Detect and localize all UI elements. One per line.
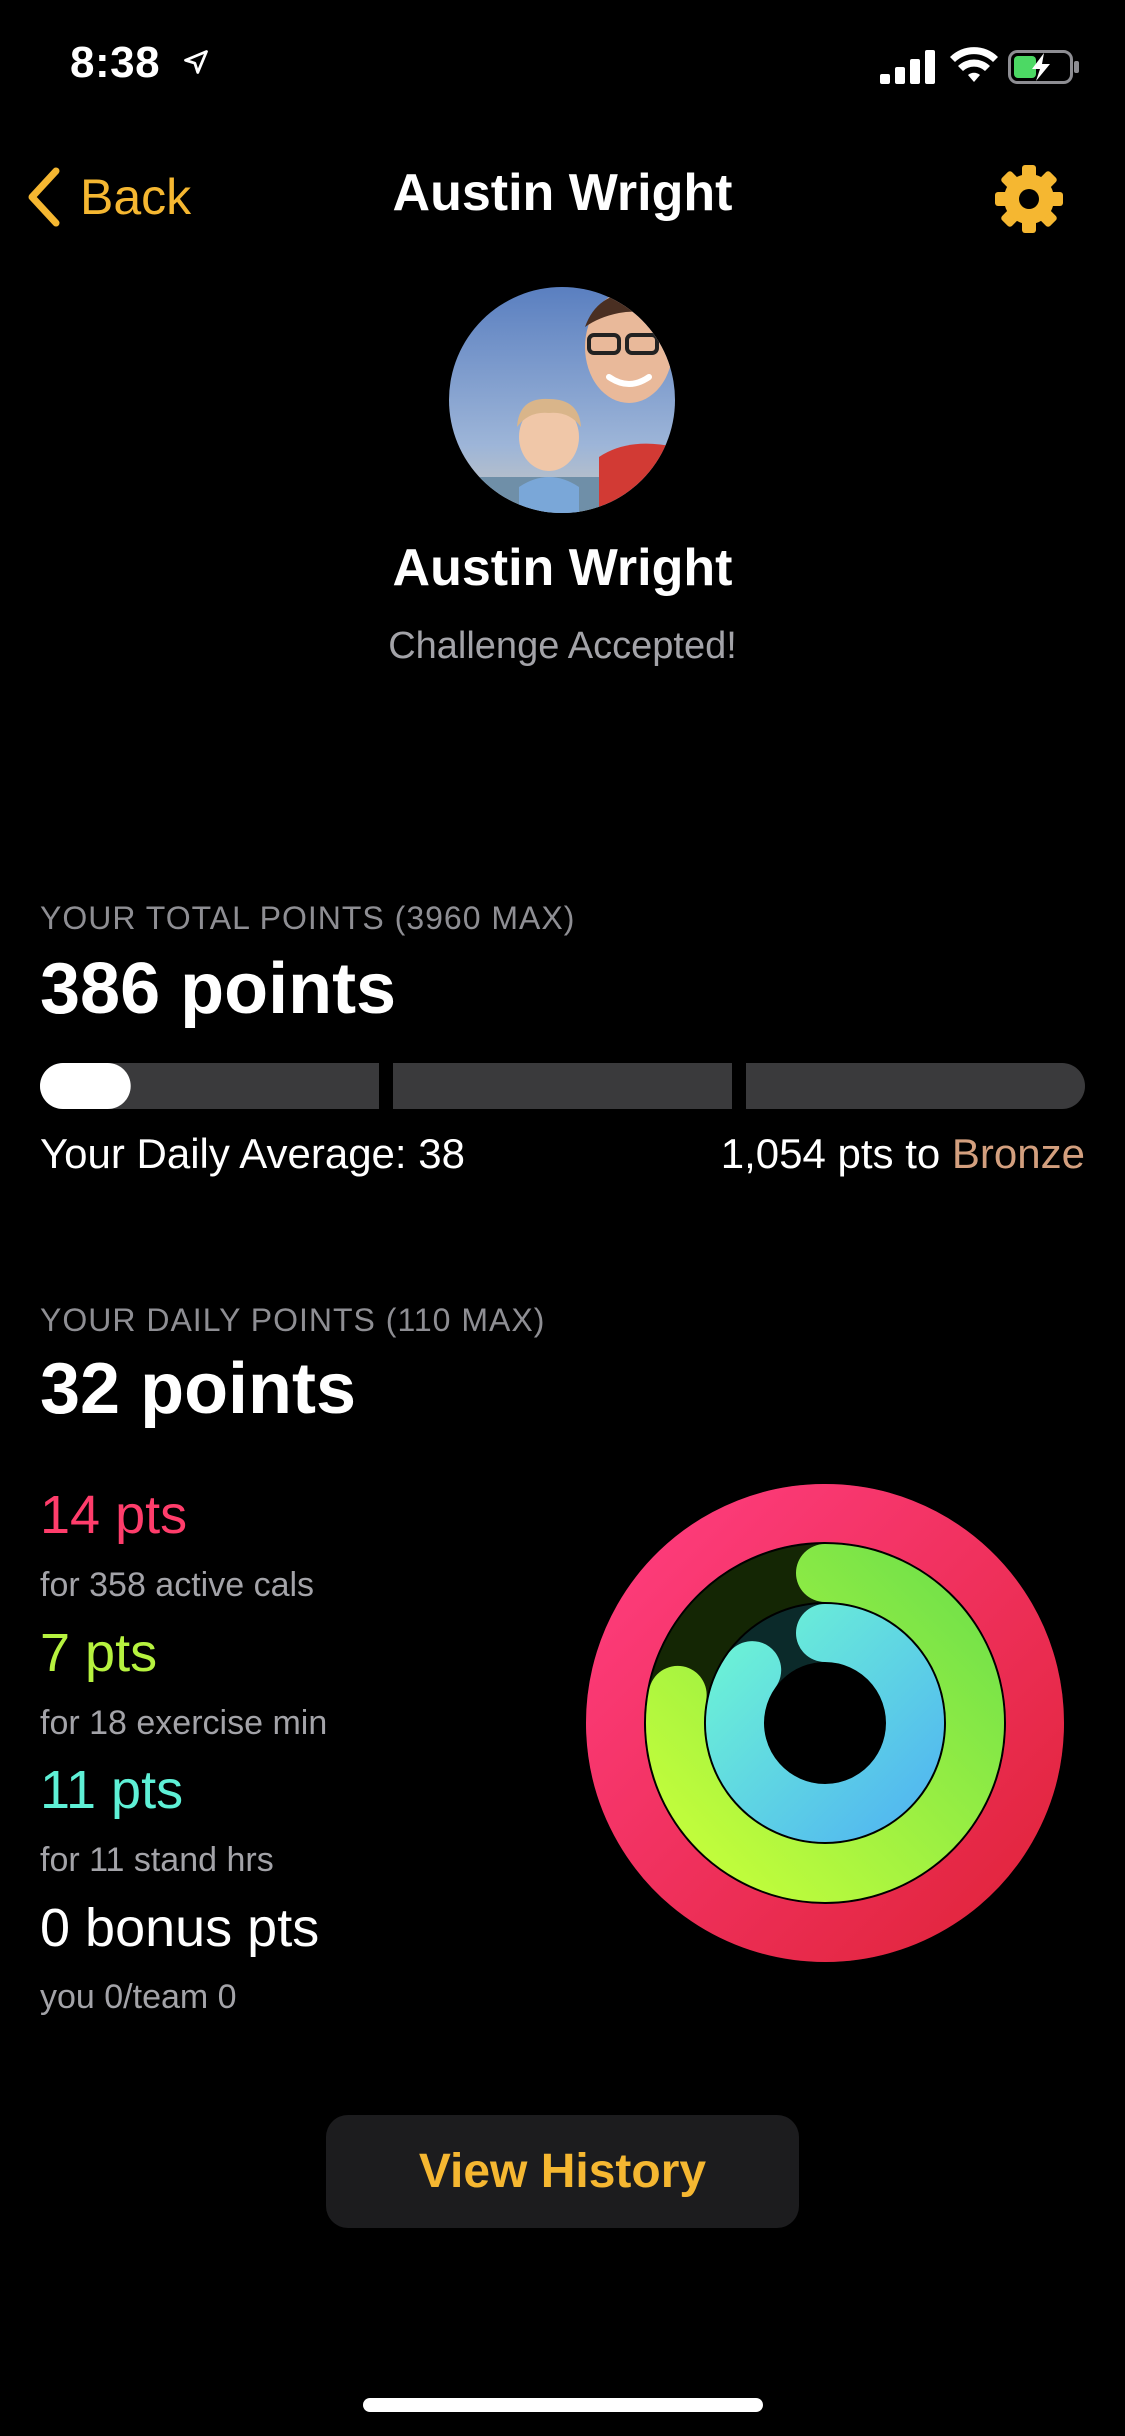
- profile-status: Challenge Accepted!: [388, 625, 737, 667]
- home-indicator: [363, 2398, 763, 2412]
- progress-segment-2: [393, 1063, 732, 1109]
- page-title: Austin Wright: [392, 164, 733, 222]
- bonus-detail: you 0/team 0: [40, 1978, 237, 2016]
- total-points-value: 386 points: [40, 949, 397, 1029]
- next-tier-name: Bronze: [951, 1130, 1085, 1177]
- activity-rings: [586, 1484, 1064, 1962]
- move-detail: for 358 active cals: [40, 1566, 315, 1604]
- status-time: 8:38: [70, 38, 161, 87]
- battery-charging-icon: [1008, 50, 1079, 84]
- stand-points: 11 pts: [40, 1760, 184, 1820]
- avatar: [449, 287, 675, 513]
- cellular-signal-icon: [880, 50, 935, 84]
- location-arrow-icon: [184, 50, 208, 74]
- exercise-detail: for 18 exercise min: [40, 1704, 328, 1742]
- daily-points-label: YOUR DAILY POINTS (110 MAX): [40, 1302, 546, 1338]
- wifi-icon: [950, 47, 998, 82]
- points-to-next-tier: 1,054 pts to Bronze: [721, 1130, 1085, 1178]
- exercise-points: 7 pts: [40, 1623, 158, 1683]
- progress-segment-3: [746, 1063, 1085, 1109]
- stand-ring: [706, 1604, 944, 1842]
- avatar-photo: [449, 287, 675, 513]
- points-to-next-tier-text: 1,054 pts to: [720, 1130, 952, 1177]
- daily-points-value: 32 points: [40, 1349, 357, 1429]
- gear-icon[interactable]: [993, 163, 1065, 235]
- daily-average: Your Daily Average: 38: [40, 1130, 465, 1177]
- profile-name: Austin Wright: [392, 539, 733, 597]
- view-history-button[interactable]: View History: [326, 2115, 799, 2228]
- progress-fill: [40, 1063, 131, 1109]
- total-progress-bar: [40, 1063, 1085, 1109]
- bonus-points: 0 bonus pts: [40, 1898, 320, 1958]
- stand-detail: for 11 stand hrs: [40, 1841, 274, 1879]
- move-points: 14 pts: [40, 1485, 188, 1545]
- total-points-label: YOUR TOTAL POINTS (3960 MAX): [40, 900, 576, 936]
